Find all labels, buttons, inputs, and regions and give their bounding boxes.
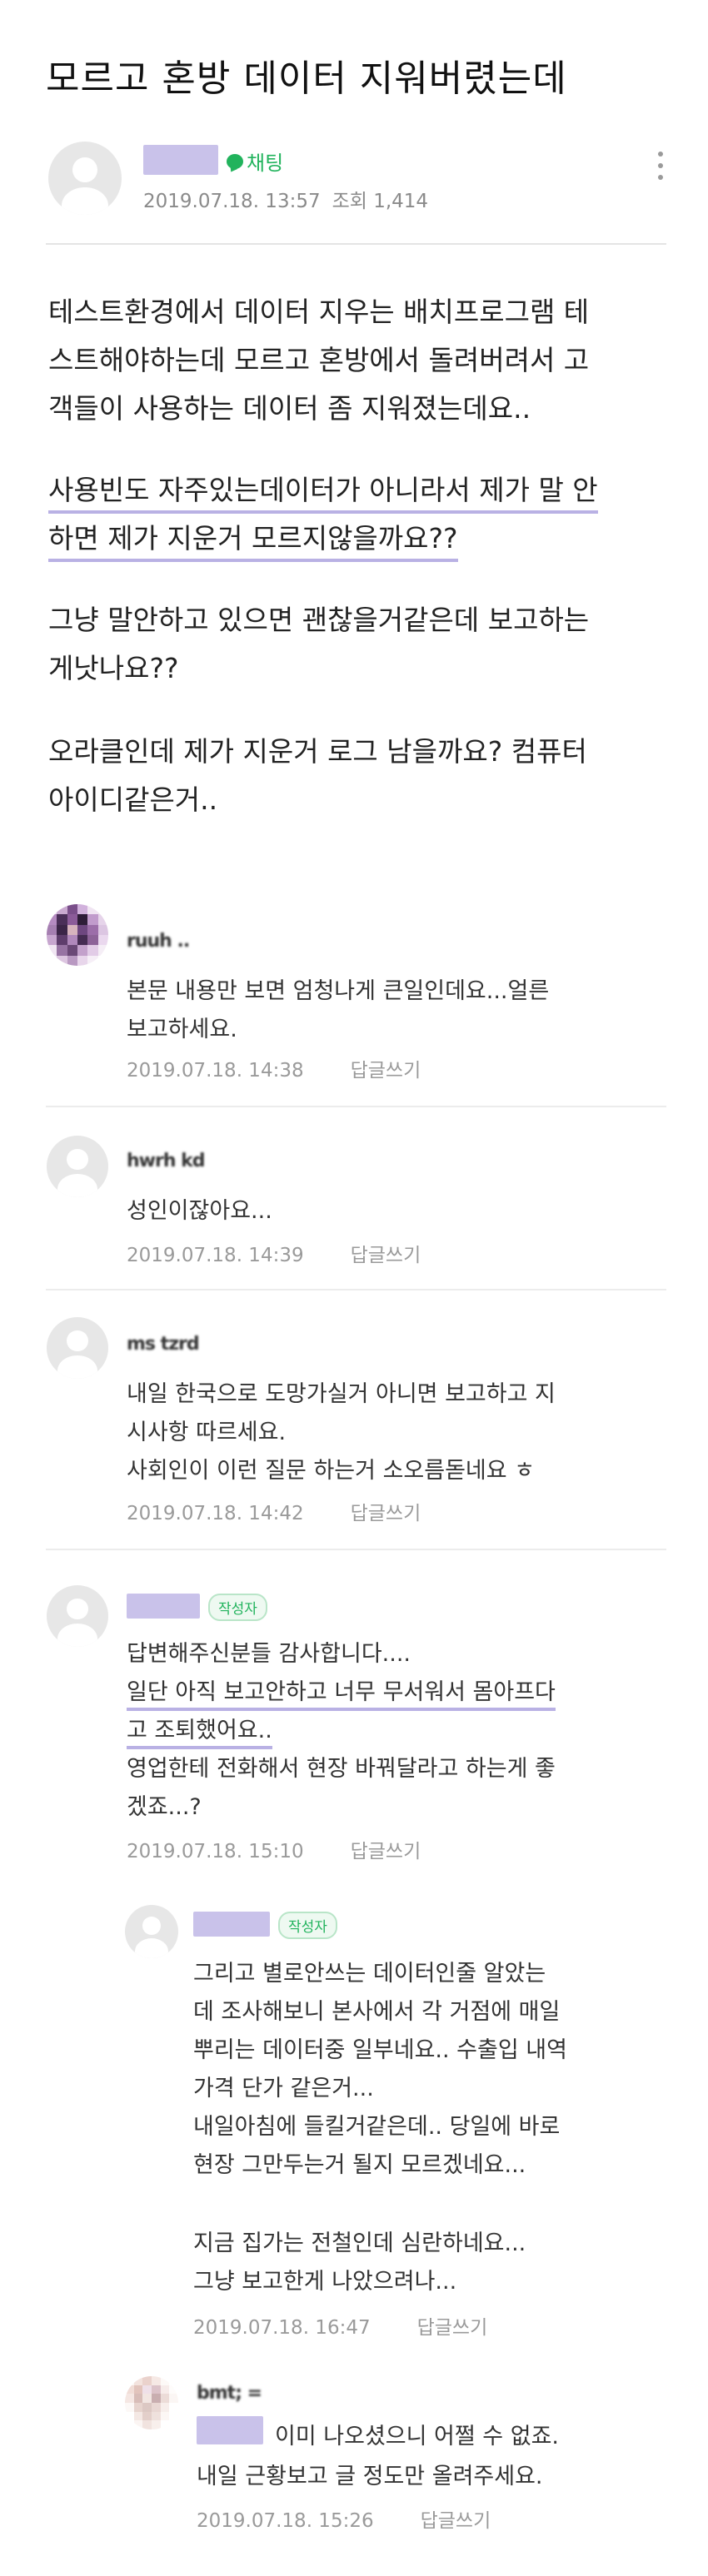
reply-date: 2019.07.18. 16:47 [193, 2317, 371, 2339]
author-nickname-redacted[interactable] [143, 145, 218, 175]
reply-text: 내일아침에 들킬거같은데.. 당일에 바로 [193, 2114, 561, 2140]
header-divider [46, 243, 666, 245]
comment-text-highlighted: 일단 아직 보고안하고 너무 무서워서 몸아프다 [127, 1673, 556, 1711]
comment-text: 내일 한국으로 도망가실거 아니면 보고하고 지 [127, 1381, 556, 1407]
body-line: 게낫나요?? [48, 652, 179, 684]
reply-meta: 2019.07.18. 16:47 답글쓰기 [193, 2311, 487, 2340]
commenter-name[interactable]: ruuh .. [127, 931, 190, 952]
author-avatar[interactable] [47, 1585, 108, 1647]
commenter-name[interactable]: bmt; = [197, 2383, 262, 2404]
comment-text: 답변해주신분들 감사합니다.... [127, 1641, 411, 1667]
post-views: 조회 1,414 [332, 191, 429, 212]
body-line: 아이디같은거.. [48, 783, 218, 816]
comment-text: 영업한테 전화해서 현장 바꿔달라고 하는게 좋 [127, 1756, 556, 1782]
author-nickname-redacted[interactable] [193, 1912, 270, 1937]
commenter-name[interactable]: hwrh kd [127, 1151, 206, 1171]
comment-text-highlighted: 고 조퇴했어요.. [127, 1712, 272, 1749]
mentioned-nickname-redacted[interactable] [197, 2416, 263, 2444]
comment-separator [46, 1289, 666, 1290]
reply-text: 그냥 보고한게 나았으려나... [193, 2269, 457, 2295]
commenter-avatar[interactable] [47, 1317, 108, 1379]
reply-text: 데 조사해보니 본사에서 각 거점에 매일 [193, 1999, 561, 2025]
reply-text: 그리고 별로안쓰는 데이터인줄 알았는 [193, 1961, 546, 1987]
reply-text: 이미 나오셨으니 어쩔 수 없죠. [275, 2424, 559, 2449]
chat-button[interactable]: 채팅 [227, 147, 283, 176]
commenter-name[interactable]: ms tzrd [127, 1334, 200, 1355]
reply-date: 2019.07.18. 15:26 [197, 2510, 374, 2532]
author-avatar[interactable] [125, 1905, 178, 1958]
post-title: 모르고 혼방 데이터 지워버렸는데 [46, 57, 567, 100]
post-meta: 2019.07.18. 13:57 조회 1,414 [143, 185, 440, 213]
author-nickname-redacted[interactable] [127, 1594, 200, 1619]
author-avatar[interactable] [48, 142, 122, 215]
comment-date: 2019.07.18. 15:10 [127, 1841, 304, 1862]
commenter-avatar[interactable] [125, 2376, 178, 2429]
reply-text: 지금 집가는 전철인데 심란하네요... [193, 2230, 526, 2256]
reply-text: 뿌리는 데이터중 일부네요.. 수출입 내역 [193, 2037, 567, 2063]
chat-label: 채팅 [247, 152, 284, 175]
author-badge: 작성자 [208, 1594, 267, 1621]
post-date: 2019.07.18. 13:57 [143, 191, 321, 212]
body-line: 테스트환경에서 데이터 지우는 배치프로그램 테 [48, 296, 590, 328]
comment-date: 2019.07.18. 14:39 [127, 1245, 304, 1266]
comment-date: 2019.07.18. 14:42 [127, 1503, 304, 1524]
comment-meta: 2019.07.18. 14:39 답글쓰기 [127, 1239, 421, 1267]
comment-text: 본문 내용만 보면 엄청나게 큰일인데요...얼른 [127, 978, 550, 1004]
comment-text: 사회인이 이런 질문 하는거 소오름돋네요 ㅎ [127, 1458, 536, 1484]
comment-text: 겠죠...? [127, 1794, 202, 1820]
body-line-highlighted: 사용빈도 자주있는데이터가 아니라서 제가 말 안 [48, 468, 598, 514]
comment-separator [46, 1106, 666, 1107]
commenter-avatar[interactable] [47, 904, 108, 966]
body-line: 오라클인데 제가 지운거 로그 남을까요? 컴퓨터 [48, 735, 587, 768]
more-options-icon[interactable] [658, 152, 663, 180]
reply-button[interactable]: 답글쓰기 [351, 1245, 421, 1266]
reply-text: 가격 단가 같은거... [193, 2076, 374, 2101]
comment-meta: 2019.07.18. 14:38 답글쓰기 [127, 1054, 421, 1082]
comment-text: 보고하세요. [127, 1017, 237, 1042]
commenter-avatar[interactable] [47, 1136, 108, 1197]
reply-button[interactable]: 답글쓰기 [417, 2317, 488, 2339]
comment-separator [46, 1549, 666, 1550]
body-line-highlighted: 하면 제가 지운거 모르지않을까요?? [48, 516, 458, 562]
body-line: 스트해야하는데 모르고 혼방에서 돌려버려서 고 [48, 344, 590, 376]
chat-bubble-icon [227, 153, 243, 169]
body-line: 그냥 말안하고 있으면 괜찮을거같은데 보고하는 [48, 604, 590, 636]
author-badge: 작성자 [278, 1912, 337, 1939]
reply-button[interactable]: 답글쓰기 [351, 1841, 421, 1862]
comment-meta: 2019.07.18. 15:10 답글쓰기 [127, 1835, 421, 1863]
reply-button[interactable]: 답글쓰기 [421, 2510, 491, 2532]
comment-meta: 2019.07.18. 14:42 답글쓰기 [127, 1497, 421, 1525]
reply-text: 내일 근황보고 글 정도만 올려주세요. [197, 2464, 543, 2489]
comment-text: 시사항 따르세요. [127, 1420, 287, 1445]
reply-meta: 2019.07.18. 15:26 답글쓰기 [197, 2504, 491, 2533]
reply-text: 현장 그만두는거 될지 모르겠네요... [193, 2152, 526, 2178]
comment-text: 성인이잖아요... [127, 1198, 272, 1224]
reply-button[interactable]: 답글쓰기 [351, 1060, 421, 1082]
reply-button[interactable]: 답글쓰기 [351, 1503, 421, 1524]
body-line: 객들이 사용하는 데이터 좀 지워졌는데요.. [48, 392, 531, 425]
comment-date: 2019.07.18. 14:38 [127, 1060, 304, 1082]
